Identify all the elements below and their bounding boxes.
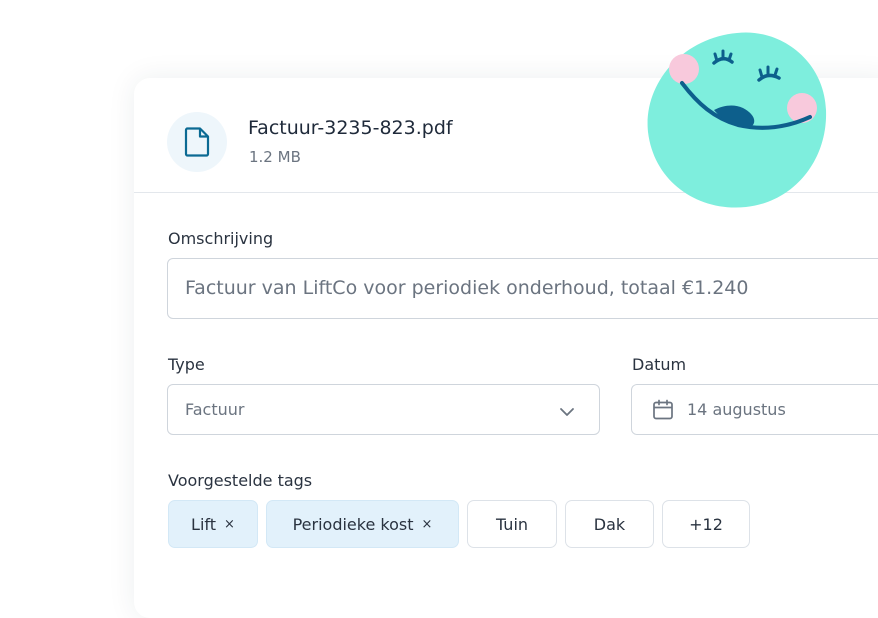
description-value: Factuur van LiftCo voor periodiek onderh… [185,277,749,299]
tag-suggestion-dak[interactable]: Dak [565,500,654,548]
tag-lift[interactable]: Lift × [168,500,258,548]
description-label: Omschrijving [168,229,274,248]
date-field[interactable]: 14 augustus [631,384,878,435]
tag-suggestion-tuin[interactable]: Tuin [467,500,557,548]
tag-label: Periodieke kost [292,514,414,534]
more-tags-label: +12 [689,514,723,534]
calendar-icon [651,398,675,426]
description-field[interactable]: Factuur van LiftCo voor periodiek onderh… [167,258,878,319]
remove-tag-icon[interactable]: × [224,517,235,532]
date-value: 14 augustus [687,400,786,419]
more-tags-button[interactable]: +12 [662,500,750,548]
type-value: Factuur [185,400,245,419]
tag-label: Dak [593,514,626,534]
tag-label: Lift [191,514,217,534]
tag-periodieke-kost[interactable]: Periodieke kost × [266,500,459,548]
document-icon [167,112,227,172]
tags-label: Voorgestelde tags [168,471,313,490]
type-select[interactable]: Factuur [167,384,600,435]
file-size: 1.2 MB [249,148,301,166]
date-label: Datum [632,355,687,374]
tag-label: Tuin [495,514,529,534]
file-name: Factuur-3235-823.pdf [248,117,453,139]
type-label: Type [168,355,205,374]
remove-tag-icon[interactable]: × [422,517,433,532]
smiley-mascot-icon [647,32,827,208]
chevron-down-icon [559,403,575,422]
